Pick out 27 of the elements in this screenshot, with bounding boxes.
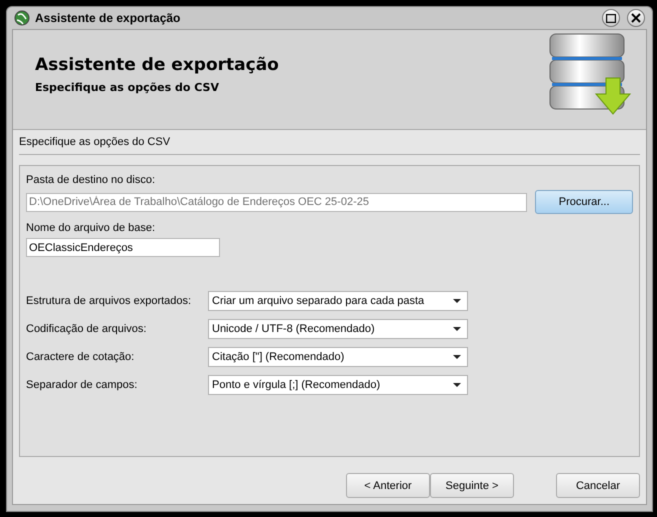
back-button[interactable]: < Anterior [346, 473, 430, 498]
wizard-title: Assistente de exportação [35, 55, 280, 75]
globe-icon [14, 10, 30, 26]
option-label: Separador de campos: [26, 379, 138, 391]
option-dropdown[interactable]: Criar um arquivo separado para cada pasta [208, 291, 468, 311]
field-label: Pasta de destino no disco: [26, 174, 156, 186]
window-title: Assistente de exportação [35, 11, 182, 25]
caret-icon [453, 299, 461, 303]
filename-field[interactable]: OEClassicEndereços [26, 238, 220, 257]
section-title: Especifique as opções do CSV [19, 134, 640, 155]
option-dropdown[interactable]: Ponto e vírgula [;] (Recomendado) [208, 375, 468, 395]
option-dropdown[interactable]: Citação ["] (Recomendado) [208, 347, 468, 367]
next-button[interactable]: Seguinte > [430, 473, 514, 498]
option-dropdown[interactable]: Unicode / UTF-8 (Recomendado) [208, 319, 468, 339]
caret-icon [453, 383, 461, 387]
close-icon [631, 13, 641, 23]
maximize-button[interactable] [602, 9, 620, 27]
maximize-icon [606, 14, 616, 22]
caret-icon [453, 355, 461, 359]
option-label: Estrutura de arquivos exportados: [26, 295, 192, 307]
cancel-button[interactable]: Cancelar [556, 473, 640, 498]
option-label: Caractere de cotação: [26, 351, 136, 363]
option-label: Codificação de arquivos: [26, 323, 148, 335]
caret-icon [453, 327, 461, 331]
field-label: Nome do arquivo de base: [26, 222, 156, 234]
wizard-subtitle: Especifique as opções do CSV [35, 81, 220, 94]
close-button[interactable] [627, 9, 645, 27]
